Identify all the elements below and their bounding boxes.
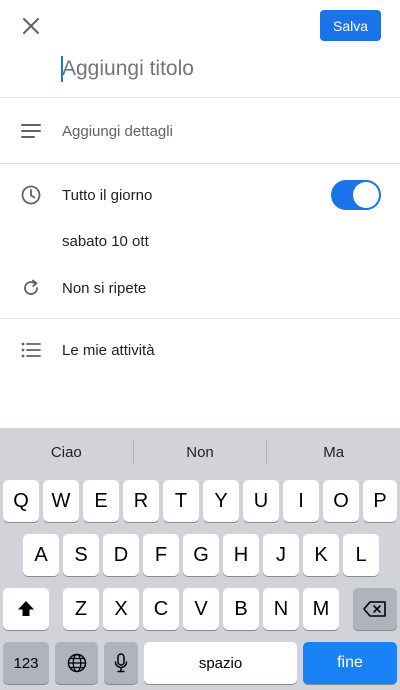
all-day-label: Tutto il giorno	[62, 186, 153, 204]
list-icon	[20, 339, 42, 361]
title-input[interactable]	[62, 52, 382, 86]
key-q[interactable]: Q	[3, 480, 39, 522]
divider	[0, 318, 400, 319]
details-label: Aggiungi dettagli	[62, 122, 173, 140]
key-a[interactable]: A	[23, 534, 59, 576]
key-c[interactable]: C	[143, 588, 179, 630]
text-caret	[61, 56, 63, 82]
key-o[interactable]: O	[323, 480, 359, 522]
globe-key[interactable]	[55, 642, 98, 684]
key-k[interactable]: K	[303, 534, 339, 576]
title-row	[0, 48, 400, 98]
key-j[interactable]: J	[263, 534, 299, 576]
repeat-row[interactable]: Non si ripete	[0, 274, 400, 302]
all-day-row: Tutto il giorno	[0, 180, 400, 210]
suggestion-bar: Ciao Non Ma	[0, 428, 400, 476]
key-i[interactable]: I	[283, 480, 319, 522]
backspace-icon	[363, 601, 386, 617]
repeat-icon	[20, 277, 42, 299]
space-key[interactable]: spazio	[144, 642, 297, 684]
key-l[interactable]: L	[343, 534, 379, 576]
key-e[interactable]: E	[83, 480, 119, 522]
all-day-toggle[interactable]	[331, 180, 381, 210]
shift-key[interactable]	[3, 588, 49, 630]
divider	[0, 97, 400, 98]
divider	[0, 163, 400, 164]
clock-icon	[20, 184, 42, 206]
key-z[interactable]: Z	[63, 588, 99, 630]
key-w[interactable]: W	[43, 480, 79, 522]
key-m[interactable]: M	[303, 588, 339, 630]
repeat-label: Non si ripete	[62, 279, 147, 297]
return-key[interactable]: fine	[303, 642, 397, 684]
save-button[interactable]: Salva	[320, 10, 381, 41]
key-g[interactable]: G	[183, 534, 219, 576]
key-r[interactable]: R	[123, 480, 159, 522]
suggestion-item[interactable]: Non	[134, 428, 267, 476]
new-task-screen: Salva Aggiungi dettagli Tutto il giorno …	[0, 0, 400, 690]
notes-icon	[20, 120, 42, 142]
key-b[interactable]: B	[223, 588, 259, 630]
backspace-key[interactable]	[353, 588, 397, 630]
toggle-knob	[353, 182, 379, 208]
task-list-label: Le mie attività	[62, 341, 155, 359]
key-d[interactable]: D	[103, 534, 139, 576]
key-y[interactable]: Y	[203, 480, 239, 522]
suggestion-item[interactable]: Ciao	[0, 428, 133, 476]
key-t[interactable]: T	[163, 480, 199, 522]
microphone-icon	[114, 653, 128, 673]
numbers-key[interactable]: 123	[3, 642, 49, 684]
key-p[interactable]: P	[363, 480, 397, 522]
details-row[interactable]: Aggiungi dettagli	[0, 110, 400, 152]
globe-icon	[67, 653, 86, 673]
date-row[interactable]: sabato 10 ott	[0, 228, 400, 254]
shift-icon	[18, 601, 34, 616]
key-f[interactable]: F	[143, 534, 179, 576]
suggestion-item[interactable]: Ma	[267, 428, 400, 476]
key-u[interactable]: U	[243, 480, 279, 522]
key-x[interactable]: X	[103, 588, 139, 630]
date-label: sabato 10 ott	[62, 232, 149, 250]
close-button[interactable]	[16, 11, 46, 41]
key-n[interactable]: N	[263, 588, 299, 630]
dictation-key[interactable]	[104, 642, 138, 684]
on-screen-keyboard: Ciao Non Ma Q W E R T Y U I O P A S D F …	[0, 428, 400, 690]
key-s[interactable]: S	[63, 534, 99, 576]
close-icon	[23, 18, 39, 34]
key-v[interactable]: V	[183, 588, 219, 630]
task-list-row[interactable]: Le mie attività	[0, 336, 400, 364]
key-h[interactable]: H	[223, 534, 259, 576]
